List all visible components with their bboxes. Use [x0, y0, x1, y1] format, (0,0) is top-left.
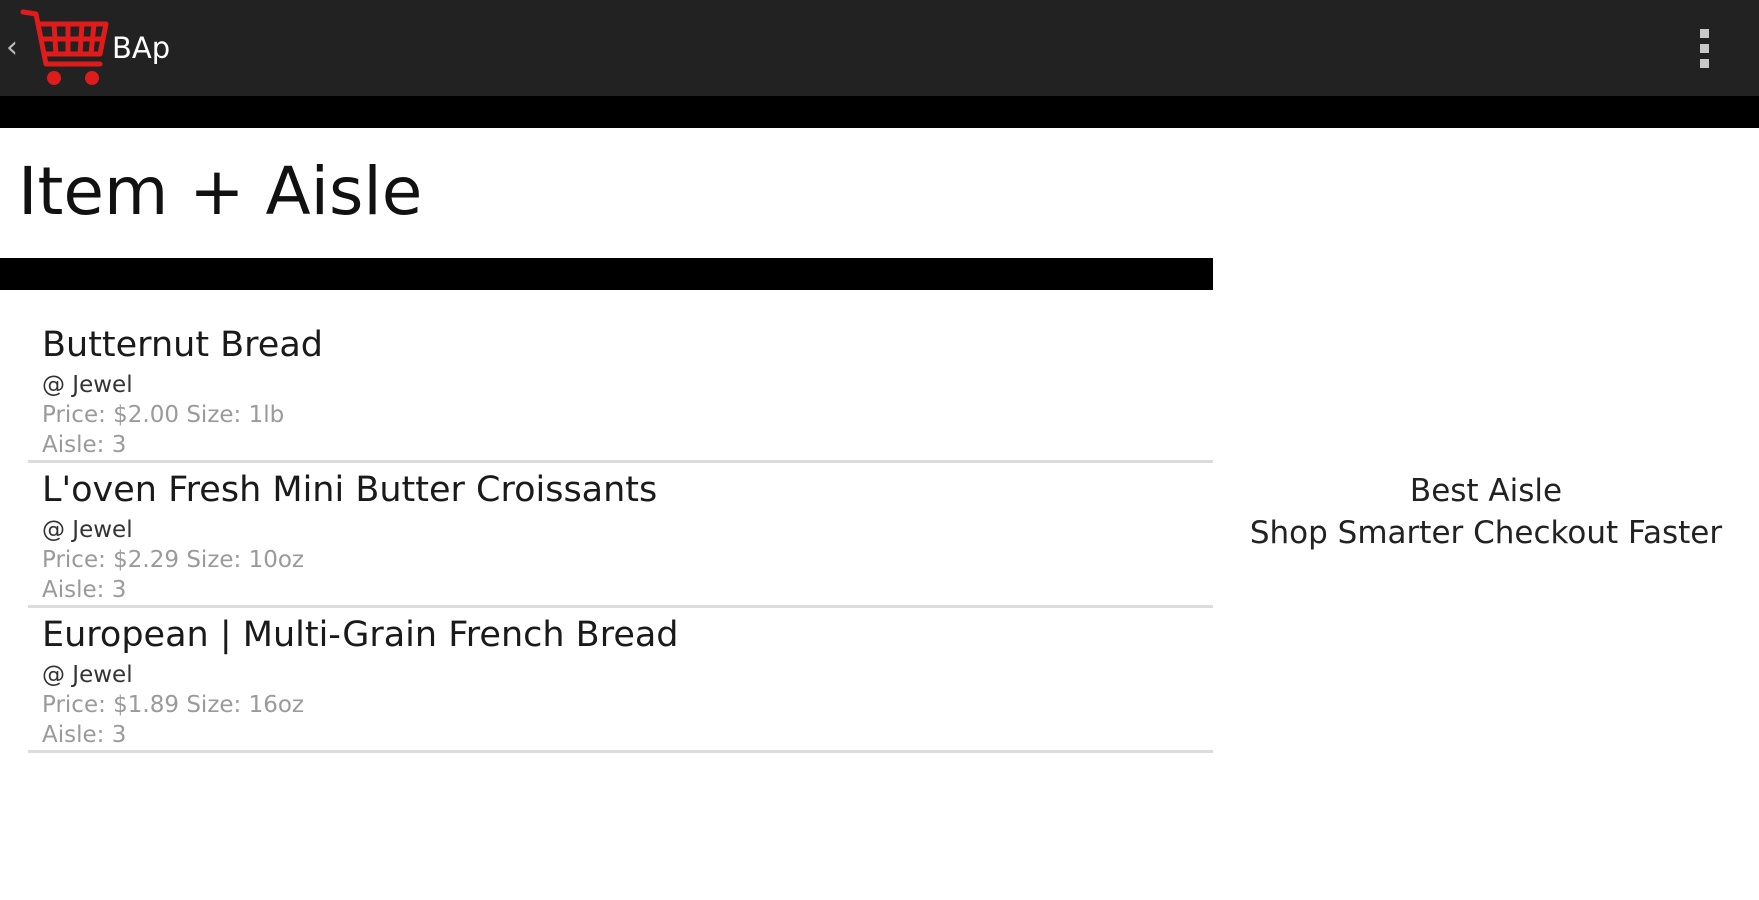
item-store: @ Jewel	[42, 517, 133, 543]
list-item[interactable]: L'oven Fresh Mini Butter Croissants @ Je…	[28, 463, 1213, 608]
page-title: Item + Aisle	[18, 153, 423, 230]
item-name: European | Multi-Grain French Bread	[42, 615, 679, 655]
item-store: @ Jewel	[42, 372, 133, 398]
item-aisle: Aisle: 3	[42, 722, 127, 748]
item-aisle: Aisle: 3	[42, 577, 127, 603]
item-name: L'oven Fresh Mini Butter Croissants	[42, 470, 658, 510]
toolbar-divider	[0, 96, 1759, 128]
side-panel: Best Aisle Shop Smarter Checkout Faster	[1213, 470, 1759, 554]
item-name: Butternut Bread	[42, 325, 323, 365]
action-bar: ‹ BAp	[0, 0, 1759, 96]
menu-dot	[1699, 58, 1709, 68]
item-aisle: Aisle: 3	[42, 432, 127, 458]
list-item[interactable]: European | Multi-Grain French Bread @ Je…	[28, 608, 1213, 753]
item-price-size: Price: $2.29 Size: 10oz	[42, 547, 305, 573]
brand-name: Best Aisle	[1409, 473, 1563, 509]
menu-dot	[1699, 28, 1709, 38]
item-price-size: Price: $2.00 Size: 1lb	[42, 402, 285, 428]
shopping-cart-logo[interactable]	[20, 6, 110, 90]
app-title: BAp	[112, 31, 171, 65]
title-underline-bar	[0, 258, 1213, 290]
overflow-menu-icon[interactable]	[1688, 24, 1720, 72]
list-item[interactable]: Butternut Bread @ Jewel Price: $2.00 Siz…	[28, 318, 1213, 463]
item-store: @ Jewel	[42, 662, 133, 688]
item-list: Butternut Bread @ Jewel Price: $2.00 Siz…	[28, 318, 1213, 753]
menu-dot	[1699, 43, 1709, 53]
brand-tagline: Shop Smarter Checkout Faster	[1249, 515, 1723, 551]
item-price-size: Price: $1.89 Size: 16oz	[42, 692, 305, 718]
